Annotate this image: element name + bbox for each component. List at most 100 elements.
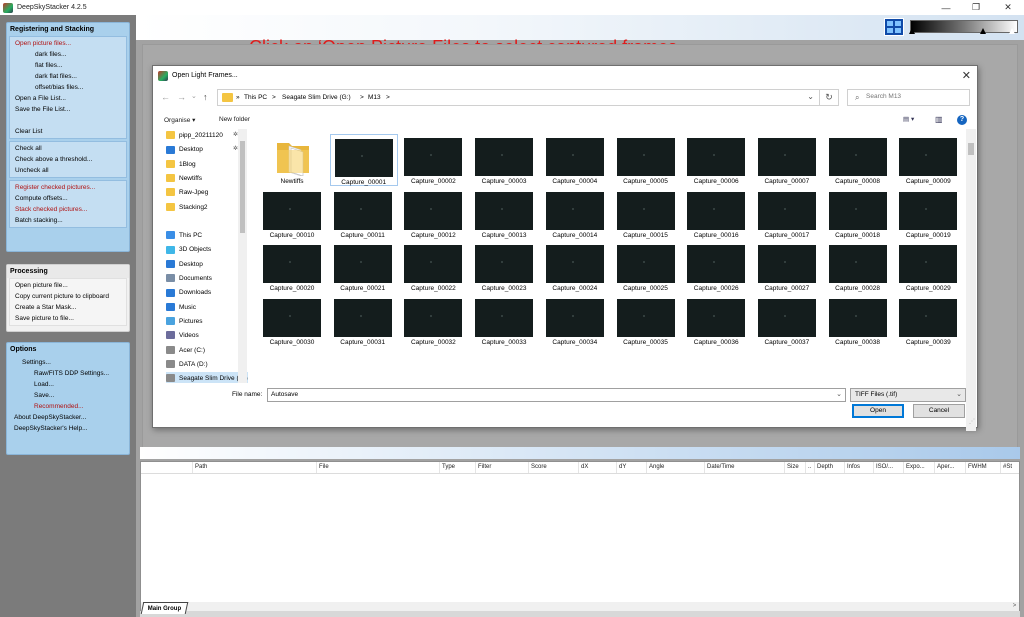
file-item[interactable]: Capture_00024 <box>542 241 610 293</box>
refresh-icon[interactable]: ↻ <box>819 89 839 106</box>
column-divider[interactable] <box>844 462 845 473</box>
column-divider[interactable] <box>903 462 904 473</box>
address-dropdown-icon[interactable]: ⌄ <box>807 92 814 101</box>
chevron-down-icon[interactable]: ⌄ <box>836 390 842 398</box>
search-input[interactable] <box>866 93 966 100</box>
file-item[interactable]: Capture_00039 <box>895 295 963 347</box>
task-link-register-checked-pictures[interactable]: Register checked pictures... <box>10 182 126 193</box>
file-item[interactable]: Capture_00002 <box>400 134 468 186</box>
column-divider[interactable] <box>805 462 806 473</box>
column-header-infos[interactable]: Infos <box>847 464 860 470</box>
task-link-offset-bias-files[interactable]: offset/bias files... <box>10 82 126 93</box>
breadcrumb-separator[interactable]: > <box>360 94 364 101</box>
task-link-flat-files[interactable]: flat files... <box>10 60 126 71</box>
breadcrumb-separator[interactable]: > <box>272 94 276 101</box>
file-item[interactable]: Capture_00023 <box>471 241 539 293</box>
task-link-recommended[interactable]: Recommended... <box>9 401 127 412</box>
file-item[interactable]: Capture_00029 <box>895 241 963 293</box>
file-item[interactable]: Capture_00012 <box>400 188 468 240</box>
nav-item-desktop[interactable]: Desktop ✲ <box>166 143 248 156</box>
column-header-st[interactable]: #St <box>1003 464 1012 470</box>
task-link-stack-checked-pictures[interactable]: Stack checked pictures... <box>10 204 126 215</box>
search-box[interactable]: ⌕ <box>847 89 970 106</box>
column-header-path[interactable]: Path <box>195 464 207 470</box>
column-divider[interactable] <box>646 462 647 473</box>
navigation-scrollbar[interactable] <box>238 129 247 383</box>
chevron-down-icon[interactable]: ⌄ <box>956 390 962 398</box>
close-window-button[interactable]: ✕ <box>994 0 1022 15</box>
file-item[interactable]: Capture_00011 <box>330 188 398 240</box>
task-link-save-picture-to-file[interactable]: Save picture to file... <box>10 313 126 324</box>
up-icon[interactable]: ↑ <box>203 92 208 102</box>
file-item[interactable]: Capture_00017 <box>754 188 822 240</box>
file-item[interactable]: Capture_00003 <box>471 134 539 186</box>
column-divider[interactable] <box>704 462 705 473</box>
breadcrumb-this-pc[interactable]: This PC <box>244 94 267 101</box>
minimize-button[interactable]: — <box>932 0 960 15</box>
file-item[interactable]: Capture_00030 <box>259 295 327 347</box>
column-header-iso[interactable]: ISO/... <box>876 464 893 470</box>
column-header-type[interactable]: Type <box>442 464 455 470</box>
task-link-compute-offsets[interactable]: Compute offsets... <box>10 193 126 204</box>
column-divider[interactable] <box>475 462 476 473</box>
file-item[interactable]: Capture_00016 <box>683 188 751 240</box>
column-header-dy[interactable]: dY <box>619 464 626 470</box>
file-item[interactable]: Capture_00027 <box>754 241 822 293</box>
column-divider[interactable] <box>578 462 579 473</box>
nav-item-documents[interactable]: Documents <box>166 272 248 285</box>
file-item[interactable]: Capture_00028 <box>825 241 893 293</box>
column-header-dx[interactable]: dX <box>581 464 588 470</box>
task-link-raw-fits-ddp-settings[interactable]: Raw/FITS DDP Settings... <box>9 368 127 379</box>
recent-locations-icon[interactable]: ⌄ <box>191 92 197 100</box>
file-item[interactable]: Capture_00020 <box>259 241 327 293</box>
file-item[interactable]: Capture_00025 <box>613 241 681 293</box>
mid-point-slider[interactable] <box>980 28 986 34</box>
column-header-angle[interactable]: Angle <box>649 464 664 470</box>
task-link-open-picture-file[interactable]: Open picture file... <box>10 280 126 291</box>
task-link-open-a-file-list[interactable]: Open a File List... <box>10 93 126 104</box>
nav-item-videos[interactable]: Videos <box>166 329 248 342</box>
column-header-score[interactable]: Score <box>531 464 547 470</box>
black-point-slider[interactable] <box>909 28 915 34</box>
file-item[interactable]: Capture_00026 <box>683 241 751 293</box>
file-item[interactable]: Capture_00014 <box>542 188 610 240</box>
nav-item-seagate-slim-drive-g[interactable]: Seagate Slim Drive (G:) <box>166 372 248 383</box>
column-divider[interactable] <box>439 462 440 473</box>
breadcrumb-seagate[interactable]: Seagate Slim Drive (G:) <box>282 94 351 101</box>
open-button[interactable]: Open <box>852 404 904 418</box>
folder-item[interactable]: Newtiffs <box>259 134 327 186</box>
task-link-uncheck-all[interactable]: Uncheck all <box>10 165 126 176</box>
task-link-copy-current-picture-to-clipboard[interactable]: Copy current picture to clipboard <box>10 291 126 302</box>
file-item[interactable]: Capture_00036 <box>683 295 751 347</box>
nav-item-this-pc[interactable]: This PC <box>166 229 248 242</box>
panel-splitter[interactable] <box>140 447 1020 459</box>
column-header-aper[interactable]: Aper... <box>937 464 954 470</box>
help-icon[interactable]: ? <box>957 115 967 125</box>
task-link-dark-files[interactable]: dark files... <box>10 49 126 60</box>
file-item[interactable]: Capture_00033 <box>471 295 539 347</box>
file-item[interactable]: Capture_00010 <box>259 188 327 240</box>
task-link-batch-stacking[interactable]: Batch stacking... <box>10 215 126 226</box>
file-item[interactable]: Capture_00038 <box>825 295 893 347</box>
column-divider[interactable] <box>873 462 874 473</box>
column-divider[interactable] <box>192 462 193 473</box>
file-item[interactable]: Capture_00021 <box>330 241 398 293</box>
nav-item-1blog[interactable]: 1Blog <box>166 158 248 171</box>
column-divider[interactable] <box>814 462 815 473</box>
task-link-check-all[interactable]: Check all <box>10 143 126 154</box>
column-header-blank[interactable]: .. <box>808 464 811 470</box>
scroll-right-icon[interactable]: > <box>1010 602 1019 611</box>
preview-pane-icon[interactable]: ▥ <box>935 115 943 124</box>
nav-item-music[interactable]: Music <box>166 301 248 314</box>
forward-icon[interactable]: → <box>177 92 186 102</box>
nav-item-stacking2[interactable]: Stacking2 <box>166 201 248 214</box>
maximize-button[interactable]: ❐ <box>962 0 990 15</box>
cancel-button[interactable]: Cancel <box>913 404 965 418</box>
file-item[interactable]: Capture_00034 <box>542 295 610 347</box>
task-link-create-a-star-mask[interactable]: Create a Star Mask... <box>10 302 126 313</box>
file-item[interactable]: Capture_00007 <box>754 134 822 186</box>
levels-gradient[interactable] <box>910 20 1018 33</box>
file-item[interactable]: Capture_00019 <box>895 188 963 240</box>
nav-item-raw-jpeg[interactable]: Raw-Jpeg <box>166 186 248 199</box>
file-type-select[interactable]: TIFF Files (.tif) ⌄ <box>850 388 966 402</box>
